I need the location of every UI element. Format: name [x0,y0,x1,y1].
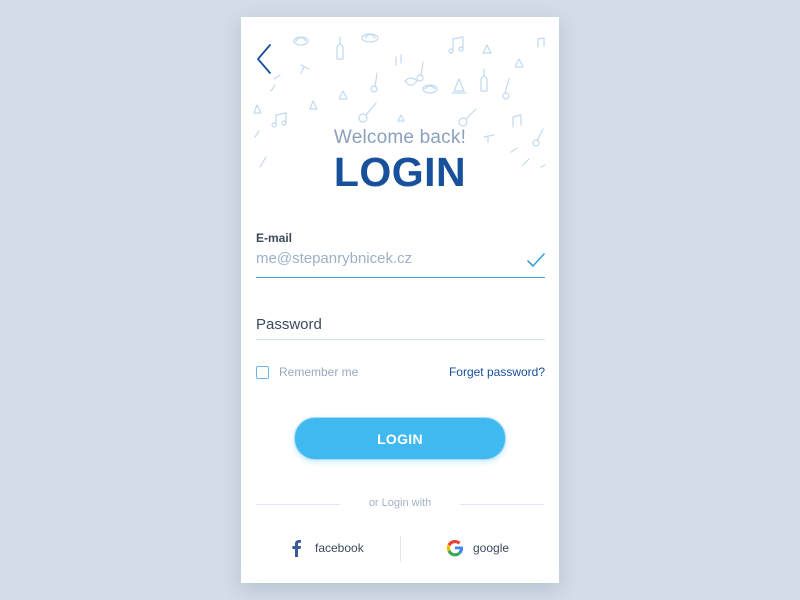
chevron-left-icon [257,44,271,74]
welcome-text: Welcome back! [333,127,467,148]
social-divider-text: or Login with [368,497,432,509]
email-field: E-mail [256,231,545,278]
remember-me-checkbox[interactable] [256,365,269,379]
page-title: LOGIN [333,149,467,195]
forgot-password-link[interactable]: Forget password? [449,365,545,379]
email-input[interactable] [256,250,516,267]
password-input[interactable] [256,316,545,333]
remember-me-label: Remember me [279,365,359,379]
google-label: google [473,541,510,555]
google-login-button[interactable]: google [445,538,509,558]
divider-right [460,504,544,505]
login-card: Welcome back! LOGIN E-mail Remember me F… [241,17,559,583]
social-separator [400,536,401,562]
google-icon [446,539,464,557]
check-icon [527,253,545,267]
email-label: E-mail [256,231,293,245]
back-button[interactable] [253,41,277,77]
facebook-login-button[interactable]: facebook [287,538,364,558]
password-field [256,313,545,340]
remember-me-toggle[interactable]: Remember me [256,365,358,379]
login-button[interactable]: LOGIN [294,417,506,460]
facebook-icon [292,540,302,557]
facebook-label: facebook [315,541,364,555]
